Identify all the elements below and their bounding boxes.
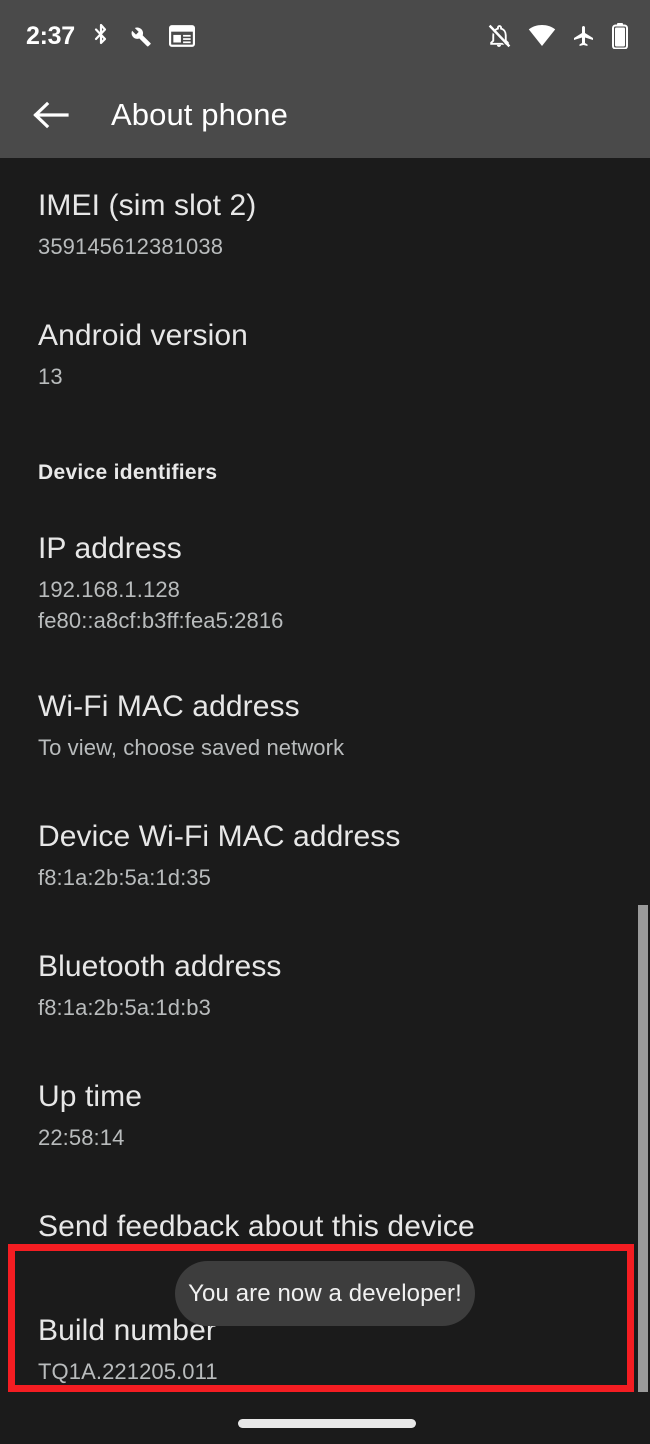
list-item-title: Wi-Fi MAC address bbox=[38, 690, 300, 723]
list-item-android-version[interactable]: Android version 13 bbox=[38, 320, 248, 391]
notifications-off-icon bbox=[487, 23, 512, 49]
wrench-icon bbox=[127, 23, 153, 49]
app-bar: About phone bbox=[0, 72, 650, 158]
list-item-value-secondary: fe80::a8cf:b3ff:fea5:2816 bbox=[38, 608, 284, 634]
list-item-value: 22:58:14 bbox=[38, 1124, 125, 1150]
status-bar: 2:37 bbox=[0, 0, 650, 72]
list-item-bluetooth-address[interactable]: Bluetooth address f8:1a:2b:5a:1d:b3 bbox=[38, 951, 282, 1022]
status-bar-left-group: 2:37 bbox=[26, 23, 195, 49]
list-item-build-number[interactable]: Build number TQ1A.221205.011 bbox=[38, 1315, 218, 1386]
notes-window-icon bbox=[168, 24, 195, 48]
toast-message: You are now a developer! bbox=[188, 1279, 462, 1307]
list-item-value: 13 bbox=[38, 363, 63, 389]
section-header-device-identifiers: Device identifiers bbox=[38, 461, 217, 485]
list-item-device-wifi-mac-address[interactable]: Device Wi-Fi MAC address f8:1a:2b:5a:1d:… bbox=[38, 821, 400, 892]
list-item-title: IMEI (sim slot 2) bbox=[38, 189, 257, 222]
list-item-value: To view, choose saved network bbox=[38, 734, 345, 760]
section-header-label: Device identifiers bbox=[38, 461, 218, 484]
page-title: About phone bbox=[111, 97, 288, 132]
list-item-ip-address[interactable]: IP address 192.168.1.128 fe80::a8cf:b3ff… bbox=[38, 533, 284, 636]
bluetooth-icon bbox=[91, 23, 111, 49]
battery-icon bbox=[612, 23, 628, 49]
list-item-wifi-mac-address[interactable]: Wi-Fi MAC address To view, choose saved … bbox=[38, 691, 344, 762]
back-button[interactable] bbox=[15, 80, 85, 150]
list-item-title: Android version bbox=[38, 319, 248, 352]
list-item-value: 359145612381038 bbox=[38, 233, 224, 259]
list-item-title: IP address bbox=[38, 532, 182, 565]
list-item-title: Device Wi-Fi MAC address bbox=[38, 820, 401, 853]
developer-toast: You are now a developer! bbox=[175, 1261, 475, 1326]
vertical-scrollbar[interactable] bbox=[638, 905, 648, 1444]
settings-list[interactable]: IMEI (sim slot 2) 359145612381038 Androi… bbox=[0, 158, 650, 1444]
airplane-mode-icon bbox=[572, 24, 596, 48]
status-clock: 2:37 bbox=[26, 21, 75, 50]
list-item-up-time[interactable]: Up time 22:58:14 bbox=[38, 1081, 142, 1152]
list-item-value: TQ1A.221205.011 bbox=[38, 1358, 218, 1384]
list-item-title: Bluetooth address bbox=[38, 950, 282, 983]
list-item-send-feedback[interactable]: Send feedback about this device bbox=[38, 1211, 475, 1243]
home-gesture-pill[interactable] bbox=[238, 1419, 416, 1428]
list-item-value: f8:1a:2b:5a:1d:b3 bbox=[38, 994, 211, 1020]
android-settings-screen: 2:37 About phone IMEI (sim slot 2) 35914… bbox=[0, 0, 650, 1444]
wifi-icon bbox=[528, 25, 556, 47]
list-item-imei-sim-slot-2[interactable]: IMEI (sim slot 2) 359145612381038 bbox=[38, 190, 256, 261]
list-item-title: Send feedback about this device bbox=[38, 1210, 475, 1243]
navigation-bar bbox=[0, 1392, 650, 1444]
list-item-title: Up time bbox=[38, 1080, 143, 1113]
list-item-value: 192.168.1.128 bbox=[38, 576, 180, 602]
status-bar-right-group bbox=[487, 23, 628, 49]
list-item-value: f8:1a:2b:5a:1d:35 bbox=[38, 864, 211, 890]
